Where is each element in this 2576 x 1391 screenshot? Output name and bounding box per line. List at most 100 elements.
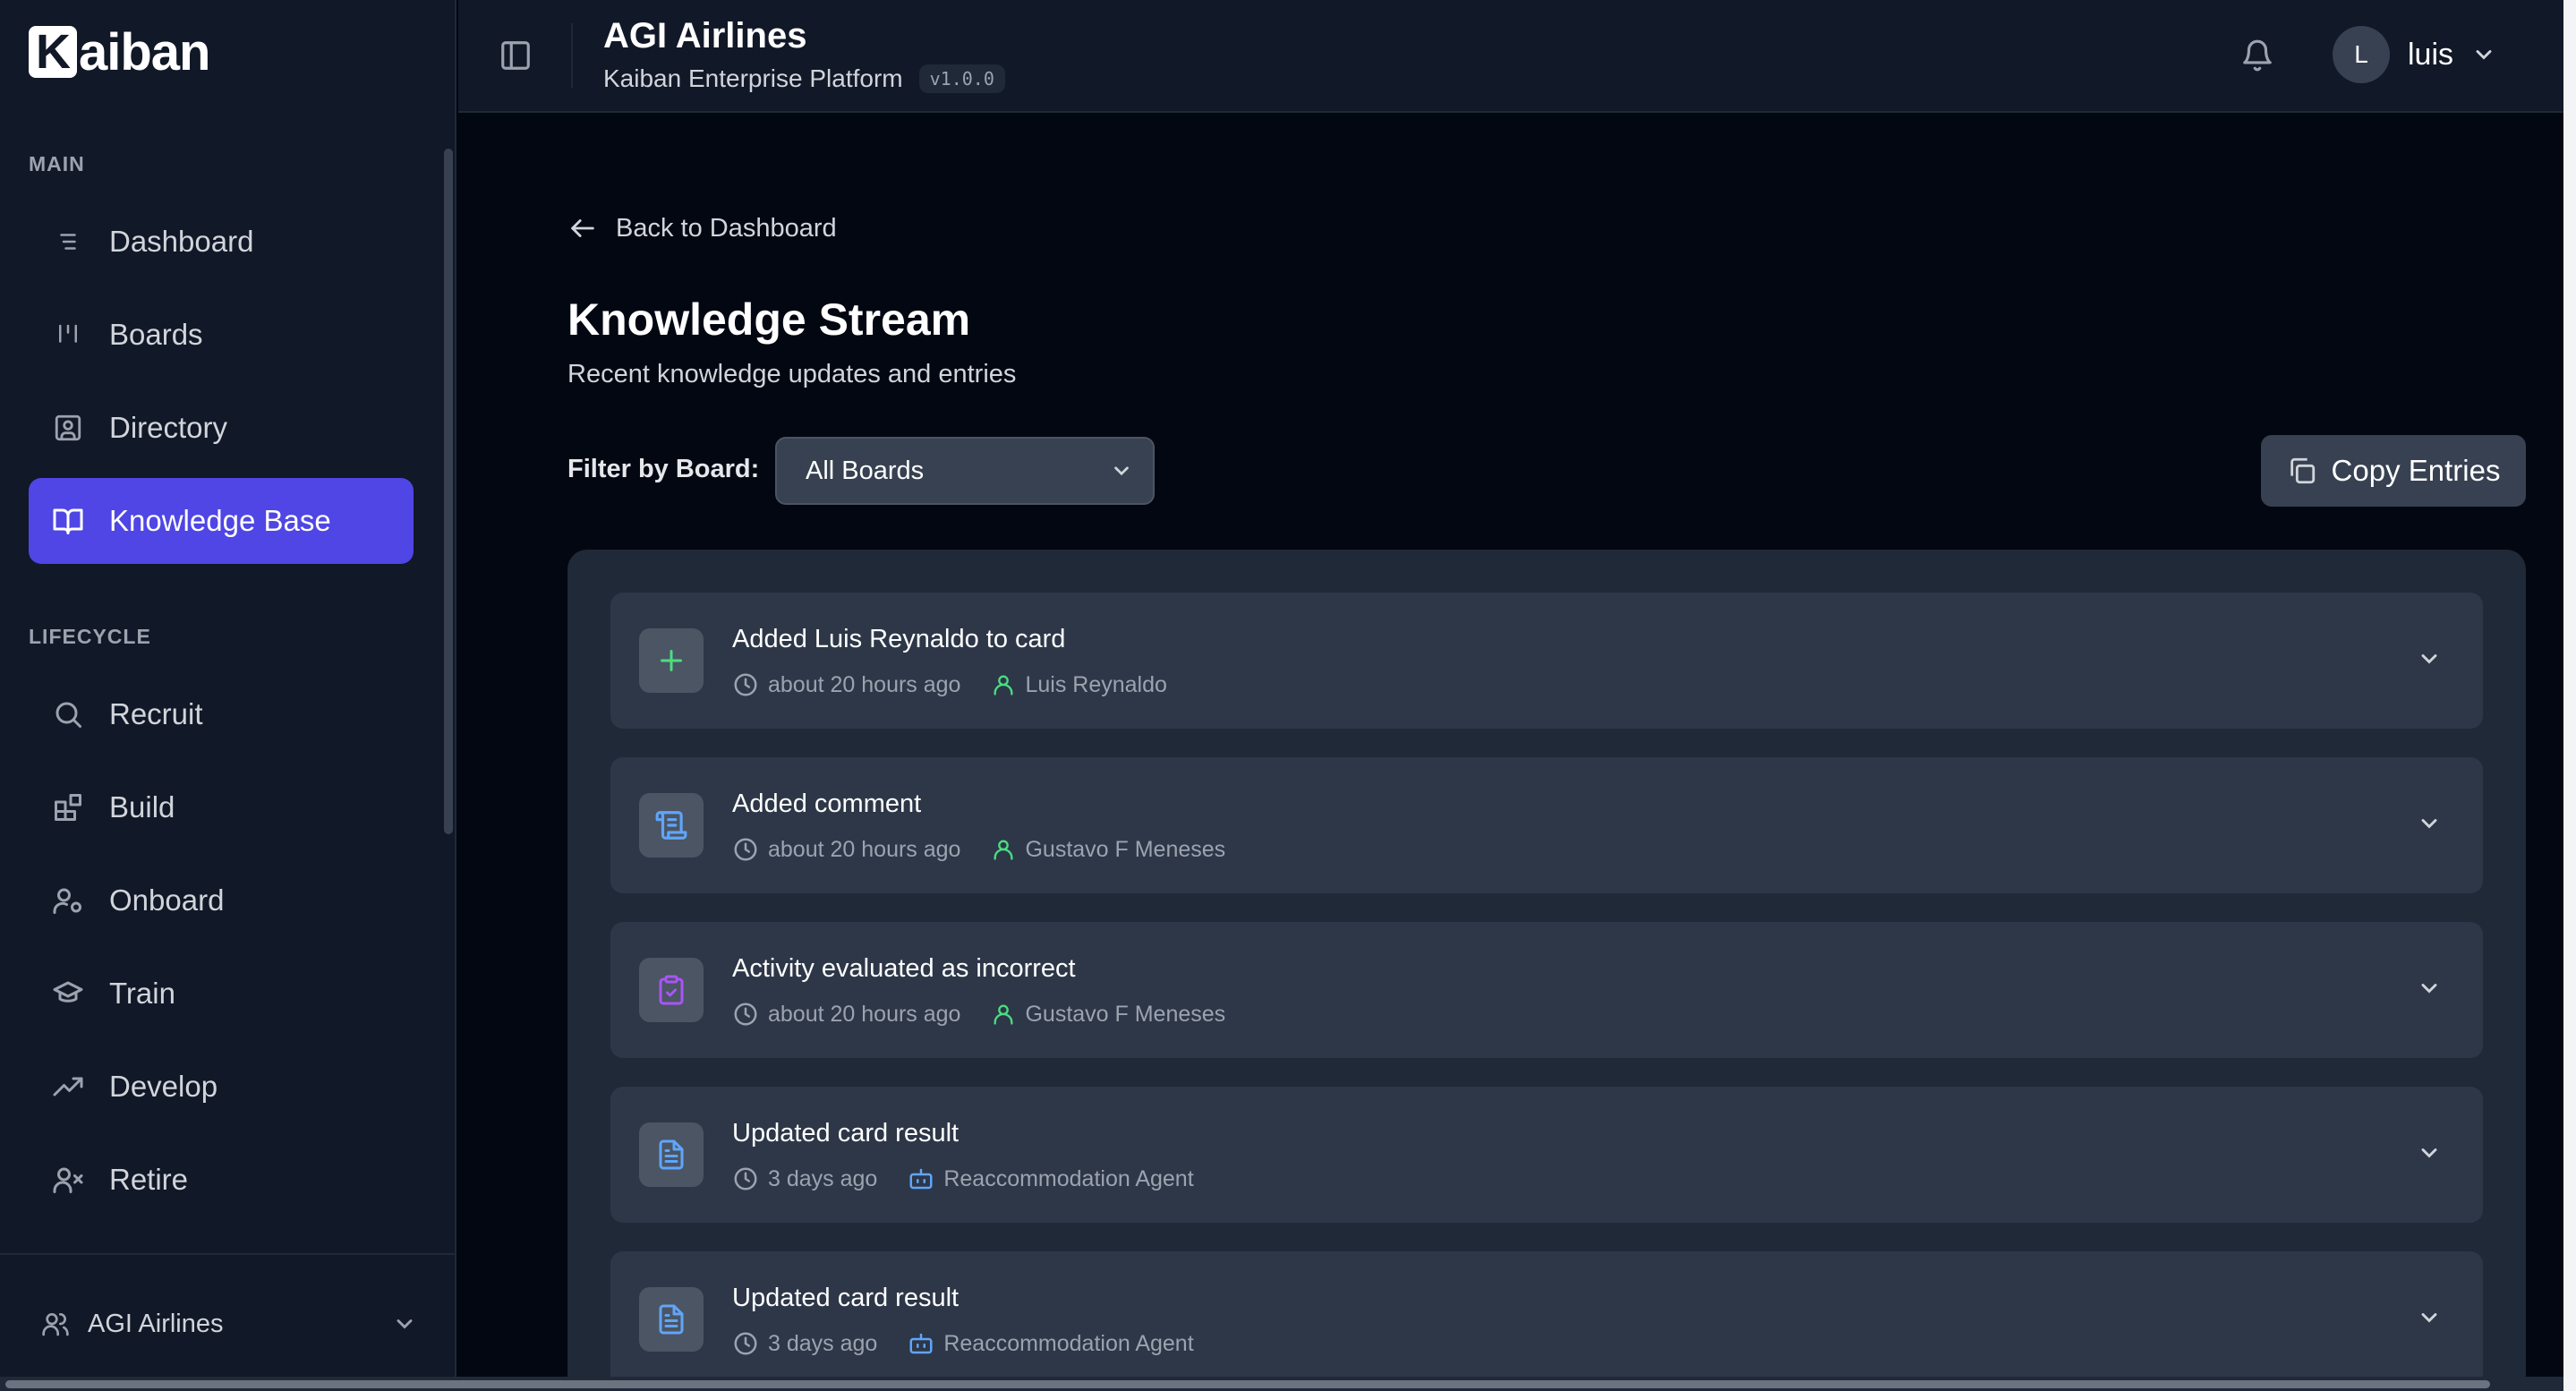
kaiban-logo[interactable]: Kaiban	[29, 22, 210, 81]
sidebar-item-label: Boards	[109, 318, 203, 351]
sidebar-toggle-button[interactable]	[496, 36, 535, 75]
clipboard-check-icon	[639, 958, 704, 1022]
page-scrollbar-vertical[interactable]	[2563, 0, 2576, 1391]
bot-icon	[908, 1330, 934, 1357]
clock-icon	[732, 1165, 759, 1192]
logo-text: aiban	[79, 22, 210, 81]
sidebar-item-dashboard[interactable]: Dashboard	[29, 199, 414, 285]
entry-title: Added comment	[732, 789, 922, 818]
entry-title: Updated card result	[732, 1284, 960, 1312]
blocks-icon	[50, 789, 86, 825]
trending-up-icon	[50, 1069, 86, 1105]
graduation-cap-icon	[50, 976, 86, 1011]
sidebar-item-label: Dashboard	[109, 225, 254, 258]
back-to-dashboard-link[interactable]: Back to Dashboard	[567, 213, 837, 243]
chevron-down-icon[interactable]	[2417, 1140, 2442, 1165]
board-filter-value: All Boards	[806, 456, 925, 485]
chevron-down-icon	[1110, 459, 1133, 482]
entry-meta: about 20 hours ago Gustavo F Meneses	[732, 1001, 1225, 1028]
plus-icon	[639, 628, 704, 693]
clock-icon	[732, 836, 759, 863]
header-divider	[571, 23, 573, 88]
notifications-button[interactable]	[2238, 36, 2277, 75]
copy-entries-label: Copy Entries	[2331, 454, 2501, 487]
file-text-icon	[639, 1122, 704, 1187]
sidebar: Kaiban MAIN Dashboard Boards Directory K…	[0, 0, 456, 1391]
scroll-icon	[639, 793, 704, 858]
top-header: AGI Airlines Kaiban Enterprise Platform …	[458, 0, 2563, 113]
user-name: luis	[2408, 37, 2454, 72]
entry-meta: about 20 hours ago Gustavo F Meneses	[732, 836, 1225, 863]
chevron-down-icon[interactable]	[2417, 646, 2442, 671]
filter-label: Filter by Board:	[567, 455, 760, 483]
sidebar-item-train[interactable]: Train	[29, 951, 414, 1037]
user-icon	[991, 837, 1016, 862]
entry-title: Activity evaluated as incorrect	[732, 954, 1076, 983]
entry-meta: 3 days ago Reaccommodation Agent	[732, 1165, 1194, 1192]
sidebar-item-label: Train	[109, 977, 175, 1010]
sidebar-item-directory[interactable]: Directory	[29, 385, 414, 471]
knowledge-stream-panel: Added Luis Reynaldo to card about 20 hou…	[567, 550, 2526, 1391]
bell-icon	[2243, 39, 2272, 72]
book-open-icon	[50, 503, 86, 539]
panel-left-icon	[501, 41, 530, 70]
clock-icon	[732, 1001, 759, 1028]
list-item[interactable]: Updated card result 3 days ago Reaccommo…	[610, 1251, 2483, 1387]
back-link-label: Back to Dashboard	[616, 213, 837, 243]
sidebar-item-retire[interactable]: Retire	[29, 1137, 414, 1223]
sidebar-item-knowledge-base[interactable]: Knowledge Base	[29, 478, 414, 564]
platform-name: Kaiban Enterprise Platform	[603, 64, 903, 92]
org-switcher-button[interactable]: AGI Airlines	[41, 1301, 417, 1346]
sidebar-item-label: Develop	[109, 1070, 218, 1103]
clock-icon	[732, 671, 759, 698]
entry-meta: 3 days ago Reaccommodation Agent	[732, 1330, 1194, 1357]
platform-subtitle: Kaiban Enterprise Platform v1.0.0	[603, 64, 1005, 93]
sidebar-item-onboard[interactable]: Onboard	[29, 858, 414, 943]
sidebar-item-label: Retire	[109, 1163, 189, 1196]
section-label-main: MAIN	[29, 152, 85, 175]
chevron-down-icon[interactable]	[2417, 811, 2442, 836]
sidebar-item-build[interactable]: Build	[29, 764, 414, 850]
org-switcher-bar: AGI Airlines	[0, 1253, 455, 1391]
user-icon	[991, 1002, 1016, 1027]
chevron-down-icon	[392, 1311, 417, 1336]
sidebar-item-develop[interactable]: Develop	[29, 1044, 414, 1130]
chevron-down-icon[interactable]	[2417, 1305, 2442, 1330]
scrollbar-thumb[interactable]	[5, 1380, 2490, 1388]
version-badge: v1.0.0	[918, 64, 1005, 93]
page-scrollbar-horizontal[interactable]	[0, 1377, 2563, 1391]
copy-entries-button[interactable]: Copy Entries	[2261, 435, 2526, 507]
sidebar-item-label: Build	[109, 790, 175, 824]
clock-icon	[732, 1330, 759, 1357]
user-icon	[991, 672, 1016, 697]
users-icon	[41, 1310, 72, 1338]
sidebar-item-boards[interactable]: Boards	[29, 292, 414, 378]
user-x-icon	[50, 1162, 86, 1198]
user-menu-button[interactable]: L luis	[2333, 25, 2496, 84]
entry-meta: about 20 hours ago Luis Reynaldo	[732, 671, 1167, 698]
entry-time: about 20 hours ago	[768, 671, 961, 697]
section-label-lifecycle: LIFECYCLE	[29, 625, 151, 648]
sidebar-scrollbar[interactable]	[444, 149, 453, 834]
board-filter-select[interactable]: All Boards	[775, 437, 1155, 505]
sidebar-item-recruit[interactable]: Recruit	[29, 671, 414, 757]
entry-author: Gustavo F Meneses	[1025, 1001, 1226, 1027]
chevron-down-icon[interactable]	[2417, 976, 2442, 1001]
kanban-icon	[50, 317, 86, 353]
list-item[interactable]: Updated card result 3 days ago Reaccommo…	[610, 1087, 2483, 1223]
file-text-icon	[639, 1287, 704, 1352]
entry-title: Updated card result	[732, 1119, 960, 1148]
avatar: L	[2333, 26, 2390, 83]
list-item[interactable]: Added comment about 20 hours ago Gustavo…	[610, 757, 2483, 893]
arrow-left-icon	[567, 213, 598, 243]
list-item[interactable]: Added Luis Reynaldo to card about 20 hou…	[610, 593, 2483, 729]
page-subtitle: Recent knowledge updates and entries	[567, 360, 1017, 388]
org-name: AGI Airlines	[88, 1309, 224, 1338]
copy-icon	[2287, 456, 2317, 486]
entry-author: Reaccommodation Agent	[943, 1165, 1194, 1191]
sidebar-item-label: Onboard	[109, 883, 225, 917]
bot-icon	[908, 1165, 934, 1192]
list-item[interactable]: Activity evaluated as incorrect about 20…	[610, 922, 2483, 1058]
user-cog-icon	[50, 883, 86, 918]
search-icon	[50, 696, 86, 732]
